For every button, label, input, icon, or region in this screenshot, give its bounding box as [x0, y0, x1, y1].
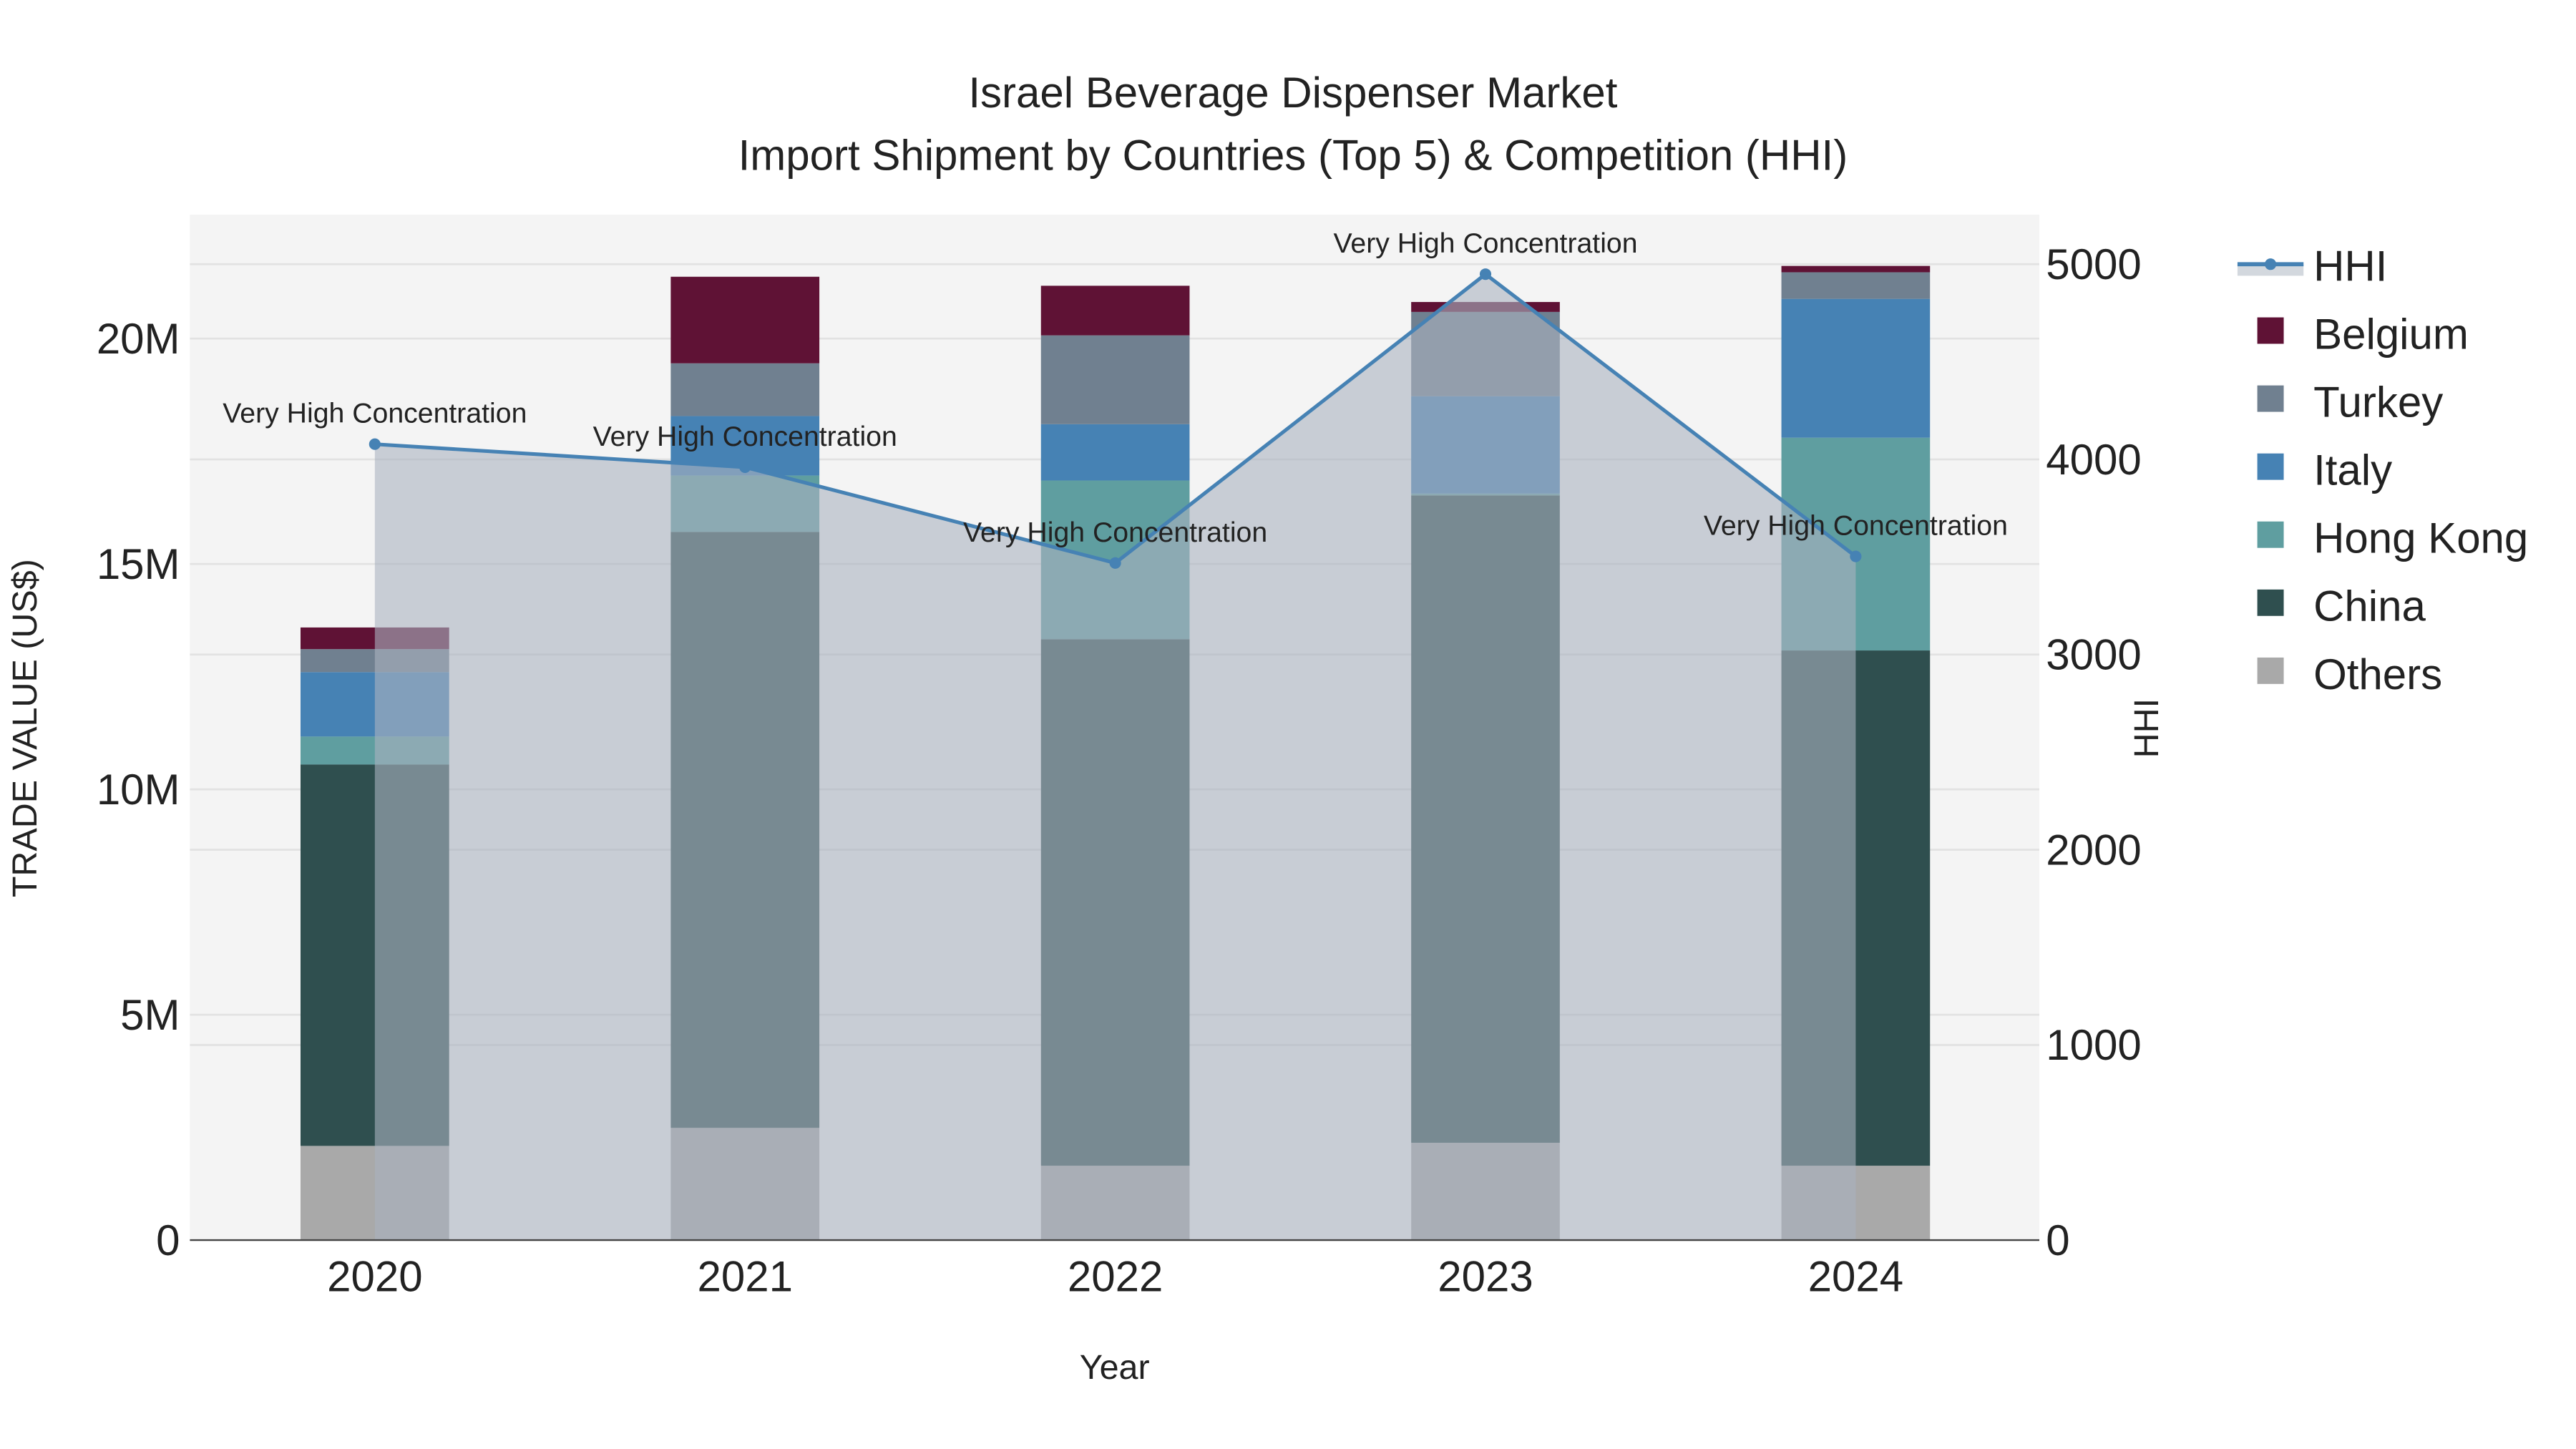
y-tick-label: 10M [97, 766, 180, 814]
y2-tick-label: 0 [2046, 1216, 2069, 1264]
y-tick-label: 15M [97, 540, 180, 588]
legend-label-hong-kong: Hong Kong [2313, 514, 2528, 562]
chart-title: Israel Beverage Dispenser Market [968, 69, 1617, 117]
x-tick-label: 2020 [327, 1253, 422, 1301]
hhi-annotation: Very High Concentration [593, 421, 897, 452]
hhi-annotation: Very High Concentration [963, 517, 1267, 548]
y-axis-title: TRADE VALUE (US$) [6, 559, 44, 897]
legend-swatch-hong-kong [2257, 521, 2284, 548]
legend-label-belgium: Belgium [2313, 310, 2469, 358]
hhi-point [739, 461, 751, 473]
bar-italy [1781, 298, 1931, 438]
legend-label-china: China [2313, 582, 2426, 630]
y2-tick-label: 1000 [2046, 1021, 2141, 1069]
x-tick-label: 2023 [1438, 1253, 1533, 1301]
bar-belgium [670, 276, 820, 364]
legend-hhi-marker [2265, 258, 2277, 270]
bar-italy [1040, 424, 1190, 481]
y-tick-label: 0 [156, 1216, 180, 1264]
legend-swatch-italy [2257, 453, 2284, 480]
hhi-annotation: Very High Concentration [223, 398, 527, 429]
chart: Very High Concentration Very High Concent… [0, 0, 2576, 1449]
bar-turkey [1781, 272, 1931, 299]
hhi-point [369, 438, 381, 450]
y2-tick-label: 2000 [2046, 826, 2141, 874]
hhi-annotation: Very High Concentration [1704, 510, 2008, 542]
y-tick-label: 5M [120, 991, 180, 1039]
legend-swatch-turkey [2257, 385, 2284, 412]
legend-swatch-others [2257, 657, 2284, 684]
legend-label-others: Others [2313, 650, 2442, 698]
hhi-annotation: Very High Concentration [1333, 228, 1637, 259]
bar-turkey [670, 363, 820, 416]
x-axis-title: Year [1080, 1348, 1150, 1387]
legend-swatch-china [2257, 589, 2284, 616]
x-tick-label: 2024 [1808, 1253, 1903, 1301]
legend-swatch-belgium [2257, 317, 2284, 344]
chart-subtitle: Import Shipment by Countries (Top 5) & C… [738, 132, 1848, 180]
x-tick-label: 2021 [697, 1253, 792, 1301]
hhi-point [1479, 268, 1492, 280]
y2-axis-title: HHI [2127, 698, 2166, 758]
y-tick-label: 20M [97, 315, 180, 363]
y2-tick-label: 5000 [2046, 240, 2141, 288]
legend-label-turkey: Turkey [2313, 378, 2443, 426]
bar-belgium [1781, 265, 1931, 273]
x-tick-label: 2022 [1068, 1253, 1163, 1301]
hhi-point [1850, 550, 1862, 562]
legend-label-italy: Italy [2313, 447, 2392, 494]
hhi-point [1109, 557, 1121, 569]
bar-turkey [1040, 335, 1190, 424]
bar-belgium [1040, 286, 1190, 336]
y2-tick-label: 4000 [2046, 436, 2141, 484]
y2-tick-label: 3000 [2046, 631, 2141, 679]
legend-label-hhi: HHI [2313, 242, 2387, 290]
